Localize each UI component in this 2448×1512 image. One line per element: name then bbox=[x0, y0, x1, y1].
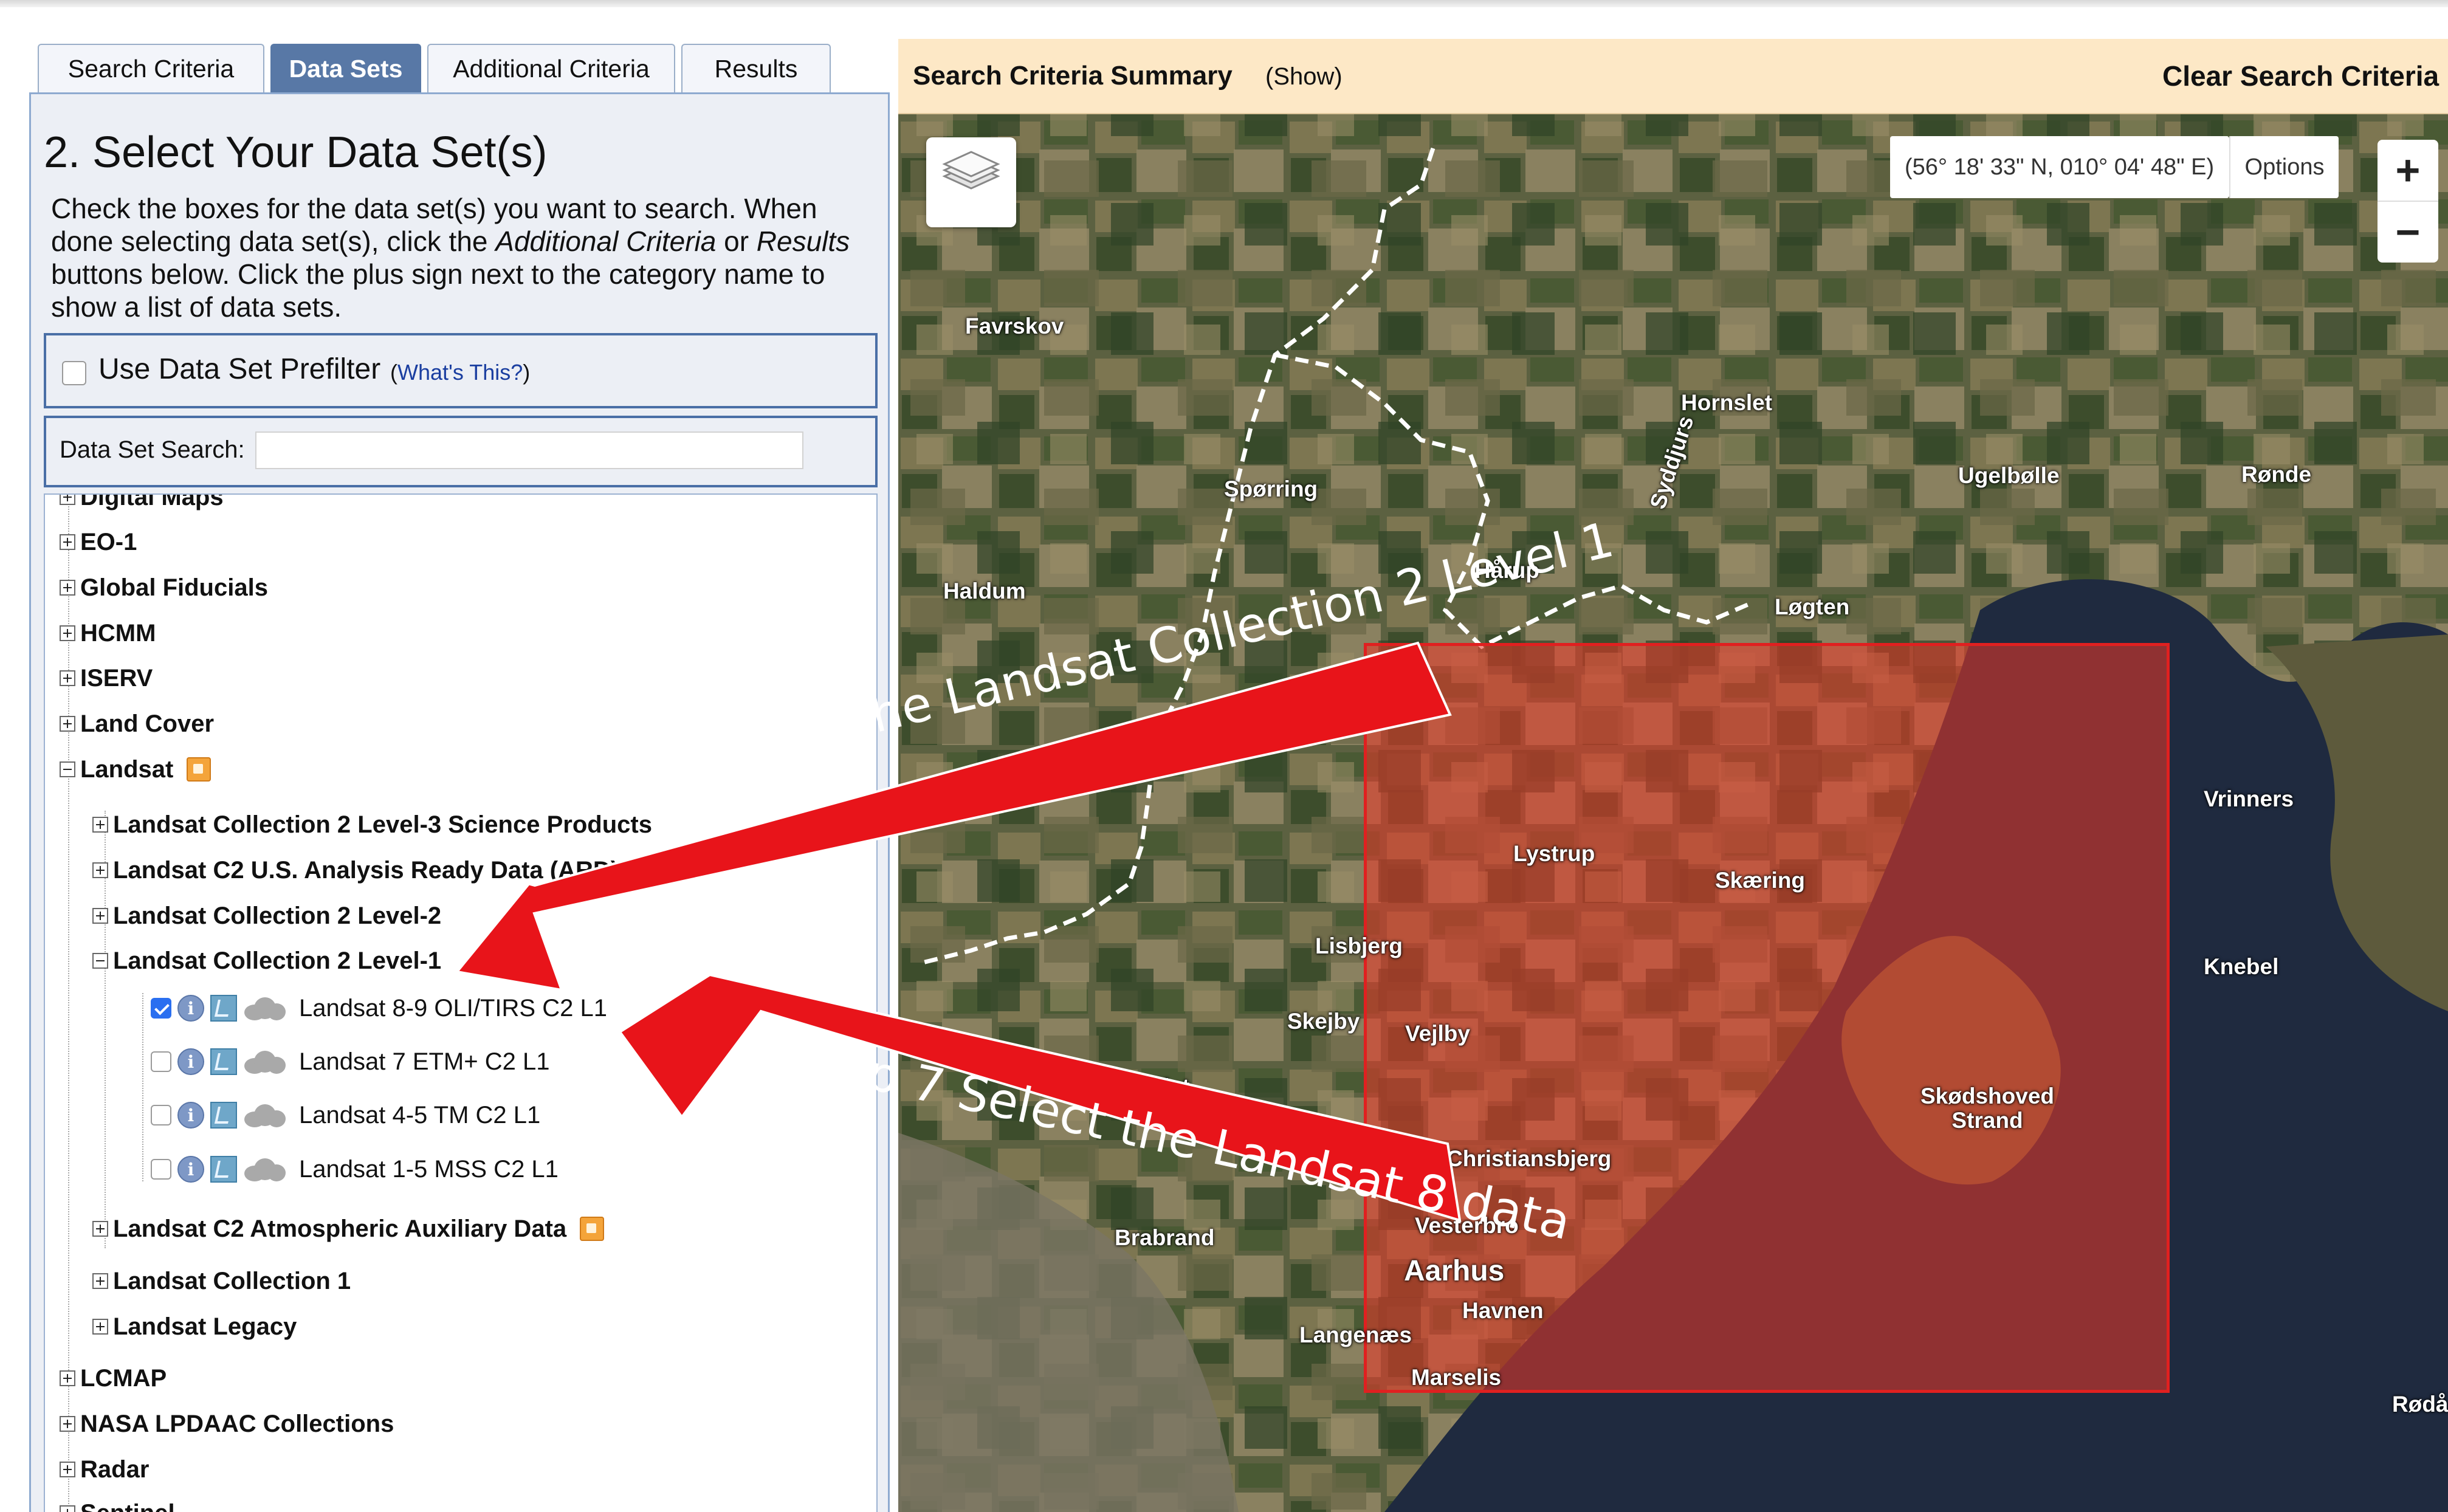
annotation-arrows bbox=[455, 641, 1462, 1222]
